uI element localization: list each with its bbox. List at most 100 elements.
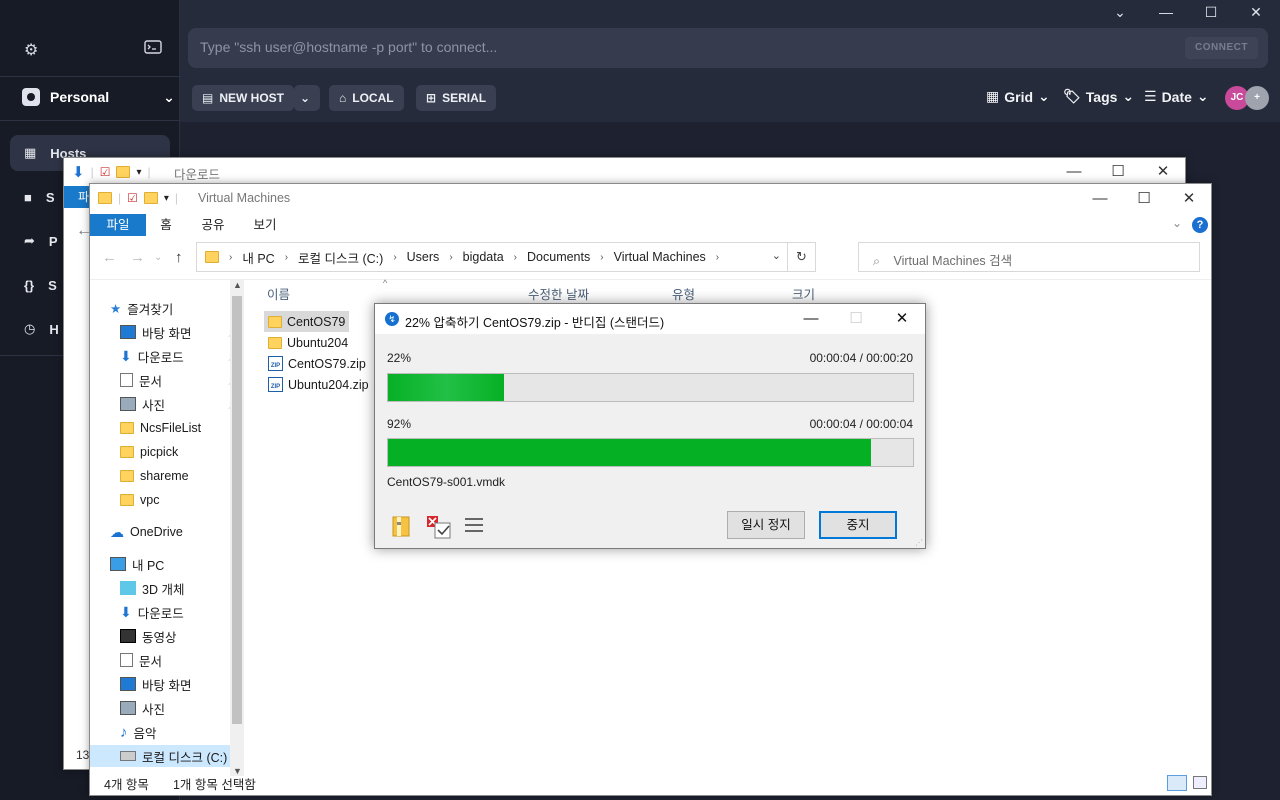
forward-arrow-icon[interactable]: → bbox=[130, 249, 145, 266]
chevron-down-icon[interactable]: ▾ bbox=[164, 193, 169, 204]
gear-icon[interactable]: ⚙ bbox=[24, 40, 38, 60]
column-modified[interactable]: 수정한 날짜 bbox=[528, 284, 589, 303]
bandizip-progress-dialog: ↯ 22% 압축하기 CentOS79.zip - 반디집 (스탠더드) — ☐… bbox=[374, 303, 926, 549]
chevron-down-icon[interactable]: ⌄ bbox=[772, 249, 781, 262]
checklist-icon[interactable] bbox=[426, 514, 452, 543]
menu-icon[interactable] bbox=[465, 516, 483, 537]
tree-item-desktop[interactable]: 바탕 화면📌 bbox=[120, 321, 239, 343]
pause-button[interactable]: 일시 정지 bbox=[727, 511, 805, 539]
new-folder-icon[interactable] bbox=[116, 166, 131, 178]
breadcrumb-item[interactable]: Documents bbox=[527, 250, 590, 264]
local-terminal-button[interactable]: ⌂ LOCAL bbox=[329, 85, 404, 111]
details-view-icon[interactable] bbox=[1167, 775, 1187, 791]
file-name: CentOS79 bbox=[287, 314, 346, 329]
tree-item-documents[interactable]: 문서📌 bbox=[120, 369, 239, 391]
list-item[interactable]: CentOS79 bbox=[264, 311, 350, 332]
ssh-connect-input[interactable]: Type "ssh user@hostname -p port" to conn… bbox=[188, 28, 1268, 68]
tree-item-pictures-pc[interactable]: 사진 bbox=[120, 697, 165, 719]
tree-item-music[interactable]: ♪ 음악 bbox=[120, 721, 157, 743]
minimize-icon[interactable]: — bbox=[1086, 188, 1114, 210]
search-input[interactable]: ⌕ Virtual Machines 검색 bbox=[858, 242, 1200, 272]
maximize-icon[interactable]: ☐ bbox=[1104, 161, 1132, 183]
breadcrumb-separator: › bbox=[513, 251, 518, 263]
tree-scrollbar[interactable]: ▲ ▼ bbox=[230, 280, 244, 776]
tree-label: OneDrive bbox=[130, 525, 183, 539]
tab-file[interactable]: 파일 bbox=[90, 214, 146, 236]
file-name: CentOS79.zip bbox=[288, 356, 366, 371]
connect-button[interactable]: CONNECT bbox=[1185, 37, 1258, 59]
resize-grip-icon[interactable]: ⋰ bbox=[915, 538, 923, 547]
add-member-button[interactable]: + bbox=[1245, 86, 1269, 110]
minimize-icon[interactable]: — bbox=[796, 308, 826, 330]
up-arrow-icon[interactable]: ↑ bbox=[175, 249, 183, 266]
ribbon-expand-icon[interactable]: ⌄ bbox=[1172, 216, 1182, 230]
tree-item-quick-access[interactable]: ★ 즐겨찾기 bbox=[110, 297, 173, 319]
breadcrumb-item[interactable]: Users bbox=[407, 250, 440, 264]
tree-item-ncsfilelist[interactable]: NcsFileList bbox=[120, 417, 201, 439]
tree-item-this-pc[interactable]: 내 PC bbox=[110, 553, 164, 575]
minimize-icon[interactable]: — bbox=[1154, 4, 1178, 20]
close-icon[interactable]: ✕ bbox=[887, 308, 917, 330]
ribbon-tab-file[interactable]: 파 bbox=[64, 186, 90, 208]
local-label: LOCAL bbox=[352, 91, 394, 105]
large-icons-view-icon[interactable] bbox=[1193, 776, 1207, 789]
new-host-button[interactable]: ▤ NEW HOST bbox=[192, 85, 295, 111]
breadcrumb-item[interactable]: bigdata bbox=[463, 250, 504, 264]
tree-item-desktop-pc[interactable]: 바탕 화면 bbox=[120, 673, 191, 695]
sort-by-date[interactable]: ☰ Date ⌄ bbox=[1144, 88, 1209, 105]
close-icon[interactable]: ✕ bbox=[1244, 4, 1268, 21]
maximize-icon[interactable]: ☐ bbox=[1199, 4, 1223, 21]
tree-item-vpc[interactable]: vpc bbox=[120, 489, 159, 511]
back-arrow-icon[interactable]: ← bbox=[102, 249, 117, 266]
list-item[interactable]: ZIP CentOS79.zip bbox=[264, 353, 370, 374]
stop-button[interactable]: 중지 bbox=[819, 511, 897, 539]
tree-item-onedrive[interactable]: ☁ OneDrive bbox=[110, 521, 183, 543]
scrollbar-thumb[interactable] bbox=[232, 296, 242, 724]
column-name[interactable]: 이름 bbox=[267, 284, 290, 303]
properties-icon[interactable]: ☑ bbox=[127, 191, 138, 205]
chevron-down-icon[interactable]: ▾ bbox=[136, 167, 141, 178]
column-type[interactable]: 유형 bbox=[672, 284, 695, 303]
tab-home[interactable]: 홈 bbox=[152, 214, 180, 236]
grid-view-toggle[interactable]: ▦ Grid ⌄ bbox=[986, 88, 1050, 105]
scroll-up-icon[interactable]: ▲ bbox=[233, 280, 242, 290]
serial-button[interactable]: ⊞ SERIAL bbox=[416, 85, 497, 111]
column-size[interactable]: 크기 bbox=[792, 284, 815, 303]
tree-item-videos[interactable]: 동영상 bbox=[120, 625, 177, 647]
new-host-dropdown[interactable]: ⌄ bbox=[294, 85, 320, 111]
breadcrumb-item[interactable]: 내 PC bbox=[242, 248, 274, 267]
properties-icon[interactable]: ☑ bbox=[100, 165, 111, 179]
refresh-icon[interactable]: ↻ bbox=[787, 243, 815, 271]
tree-item-downloads-pc[interactable]: ⬇ 다운로드 bbox=[120, 601, 184, 623]
tab-share[interactable]: 공유 bbox=[194, 214, 232, 236]
clock-icon: ◷ bbox=[24, 321, 36, 336]
close-icon[interactable]: ✕ bbox=[1175, 188, 1203, 210]
tree-item-downloads[interactable]: ⬇다운로드📌 bbox=[120, 345, 239, 367]
tree-item-pictures[interactable]: 사진📌 bbox=[120, 393, 239, 415]
recent-locations-icon[interactable]: ⌄ bbox=[154, 252, 162, 263]
list-item[interactable]: ZIP Ubuntu204.zip bbox=[264, 374, 373, 395]
close-icon[interactable]: ✕ bbox=[1149, 161, 1177, 183]
terminal-icon[interactable] bbox=[144, 40, 162, 59]
status-bar: 4개 항목 1개 항목 선택함 bbox=[90, 771, 1211, 795]
breadcrumb[interactable]: › 내 PC › 로컬 디스크 (C:) › Users › bigdata ›… bbox=[196, 242, 816, 272]
tree-item-picpick[interactable]: picpick bbox=[120, 441, 178, 463]
tree-label: vpc bbox=[140, 493, 160, 507]
tab-view[interactable]: 보기 bbox=[246, 214, 284, 236]
minimize-icon[interactable]: — bbox=[1060, 161, 1088, 183]
new-folder-icon[interactable] bbox=[143, 192, 158, 204]
breadcrumb-item[interactable]: 로컬 디스크 (C:) bbox=[298, 248, 383, 267]
profile-switcher[interactable]: Personal ⌄ bbox=[22, 88, 175, 106]
tree-item-local-disk[interactable]: 로컬 디스크 (C:) bbox=[90, 745, 230, 767]
breadcrumb-item[interactable]: Virtual Machines bbox=[614, 250, 706, 264]
tree-item-3d-objects[interactable]: 3D 개체 bbox=[120, 577, 184, 599]
list-item[interactable]: Ubuntu204 bbox=[264, 332, 352, 353]
help-icon[interactable]: ? bbox=[1192, 217, 1208, 233]
tree-item-documents-pc[interactable]: 문서 bbox=[120, 649, 162, 671]
maximize-icon[interactable]: ☐ bbox=[1130, 188, 1158, 210]
download-icon: ⬇ bbox=[120, 347, 132, 364]
tags-filter[interactable]: 🏷 Tags ⌄ bbox=[1063, 88, 1134, 105]
chevron-down-icon[interactable]: ⌄ bbox=[1108, 4, 1132, 21]
open-folder-icon[interactable] bbox=[391, 514, 415, 541]
tree-item-shareme[interactable]: shareme bbox=[120, 465, 189, 487]
